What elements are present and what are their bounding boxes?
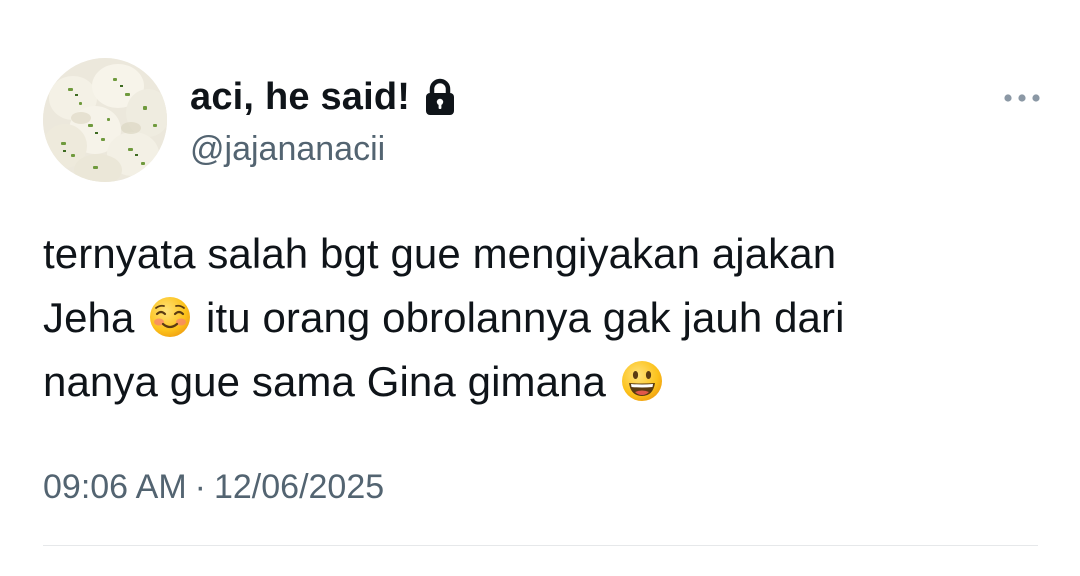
display-name[interactable]: aci, he said! [190,76,410,119]
tweet-text-segment: Jeha [43,294,147,341]
author-handle[interactable]: @jajananacii [190,130,385,169]
grinning-face-emoji [620,359,664,403]
smiling-face-emoji [148,295,192,339]
author-name-row: aci, he said! [190,74,456,120]
more-options-button[interactable] [1000,84,1044,112]
tweet-text-segment: itu orang obrolannya gak jauh dari [194,294,845,341]
lock-icon [424,78,456,116]
tweet-card: aci, he said! @jajananacii ternyata sala… [0,0,1080,576]
tweet-text-segment: ternyata salah bgt gue mengiyakan ajakan [43,230,837,277]
divider [43,545,1038,546]
tweet-line: nanya gue sama Gina gimana [43,350,1033,414]
tweet-line: ternyata salah bgt gue mengiyakan ajakan [43,222,1033,286]
more-horizontal-icon [1004,94,1040,102]
meta-separator: · [194,468,206,506]
tweet-line: Jeha itu orang obrolannya gak jauh dari [43,286,1033,350]
tweet-text-segment: nanya gue sama Gina gimana [43,358,618,405]
tweet-date: 12/06/2025 [213,468,385,506]
tweet-timestamp[interactable]: 09:06 AM · 12/06/2025 [43,468,384,507]
tweet-time: 09:06 AM [43,468,187,506]
avatar-photo [43,58,167,182]
avatar[interactable] [43,58,167,182]
tweet-text: ternyata salah bgt gue mengiyakan ajakan… [43,222,1033,414]
